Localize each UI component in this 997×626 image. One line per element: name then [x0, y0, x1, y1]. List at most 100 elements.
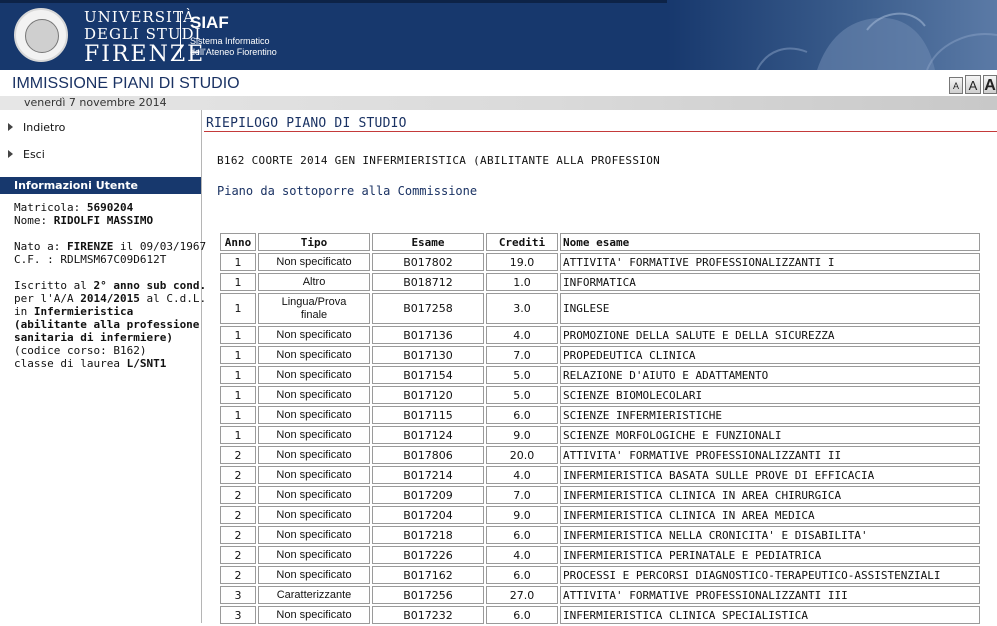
table-header-row: Anno Tipo Esame Crediti Nome esame — [220, 233, 980, 251]
enrollment-line-3: in Infermieristica — [14, 305, 133, 318]
cell-nome: RELAZIONE D'AIUTO E ADATTAMENTO — [560, 366, 980, 384]
table-row: 1 Altro B018712 1.0 INFORMATICA — [220, 273, 980, 291]
user-name: Nome: RIDOLFI MASSIMO — [14, 214, 153, 227]
table-row: 1 Lingua/Prova finale B017258 3.0 INGLESE — [220, 293, 980, 324]
table-row: 2 Non specificato B017226 4.0 INFERMIERISTIC… — [220, 546, 980, 564]
cell-crediti: 6.0 — [486, 606, 558, 624]
nav-back-label: Indietro — [23, 121, 66, 134]
cell-tipo: Non specificato — [258, 606, 370, 624]
cell-anno: 1 — [220, 426, 256, 444]
user-cf: C.F. : RDLMSM67C09D612T — [14, 253, 167, 266]
cell-esame: B017162 — [372, 566, 484, 584]
cell-nome: INFERMIERISTICA PERINATALE E PEDIATRICA — [560, 546, 980, 564]
enrollment-line-1: Iscritto al 2° anno sub cond. — [14, 279, 206, 292]
cell-esame: B017154 — [372, 366, 484, 384]
cell-esame: B017226 — [372, 546, 484, 564]
enroll-year: 2° anno — [93, 279, 140, 292]
table-row: 1 Non specificato B017124 9.0 SCIENZE MORFOL… — [220, 426, 980, 444]
cell-tipo: Non specificato — [258, 366, 370, 384]
cell-esame: B018712 — [372, 273, 484, 291]
cell-nome: INFERMIERISTICA CLINICA IN AREA CHIRURGI… — [560, 486, 980, 504]
cell-crediti: 19.0 — [486, 253, 558, 271]
cell-nome: INFORMATICA — [560, 273, 980, 291]
cell-anno: 1 — [220, 326, 256, 344]
cell-anno: 2 — [220, 446, 256, 464]
table-row: 1 Non specificato B017120 5.0 SCIENZE BIOMOL… — [220, 386, 980, 404]
cell-esame: B017204 — [372, 506, 484, 524]
cell-esame: B017124 — [372, 426, 484, 444]
font-size-controls: A A A — [949, 75, 997, 94]
cell-esame: B017209 — [372, 486, 484, 504]
exams-table: Anno Tipo Esame Crediti Nome esame 1 Non … — [218, 231, 982, 626]
cell-esame: B017806 — [372, 446, 484, 464]
course-name-2: (abilitante alla professione — [14, 318, 200, 331]
font-small-button[interactable]: A — [949, 77, 963, 94]
cell-tipo: Non specificato — [258, 326, 370, 344]
course-name-1: Infermieristica — [33, 305, 134, 318]
cell-crediti: 7.0 — [486, 486, 558, 504]
cell-esame: B017802 — [372, 253, 484, 271]
cell-anno: 3 — [220, 586, 256, 604]
matricola-value: 5690204 — [86, 201, 134, 214]
main-content: RIEPILOGO PIANO DI STUDIO B162 COORTE 20… — [202, 110, 997, 626]
cell-tipo: Non specificato — [258, 426, 370, 444]
cell-anno: 1 — [220, 293, 256, 324]
site-header: UNIVERSITÀ DEGLI STUDI FIRENZE SIAF Sist… — [0, 0, 997, 70]
table-row: 3 Caratterizzante B017256 27.0 ATTIVITA' FOR… — [220, 586, 980, 604]
course-line: B162 COORTE 2014 GEN INFERMIERISTICA (AB… — [217, 154, 661, 167]
section-title: RIEPILOGO PIANO DI STUDIO — [206, 116, 407, 131]
cell-tipo: Non specificato — [258, 386, 370, 404]
cell-anno: 1 — [220, 366, 256, 384]
cell-nome: ATTIVITA' FORMATIVE PROFESSIONALIZZANTI … — [560, 586, 980, 604]
cell-esame: B017136 — [372, 326, 484, 344]
cell-nome: INFERMIERISTICA NELLA CRONICITA' E DISAB… — [560, 526, 980, 544]
siaf-subtitle-2: dell'Ateneo Fiorentino — [190, 47, 277, 57]
cell-anno: 1 — [220, 273, 256, 291]
enrollment-line-5: sanitaria di infermiere) — [14, 331, 173, 344]
current-date: venerdì 7 novembre 2014 — [24, 96, 167, 109]
exams-table-body: 1 Non specificato B017802 19.0 ATTIVITA' FOR… — [220, 253, 980, 624]
cell-crediti: 6.0 — [486, 566, 558, 584]
section-underline — [204, 131, 997, 132]
cell-anno: 1 — [220, 253, 256, 271]
enroll-cdl-label: al C.d.L. — [146, 292, 207, 305]
enrollment-line-4: (abilitante alla professione — [14, 318, 199, 331]
table-row: 1 Non specificato B017130 7.0 PROPEDEUTICA C… — [220, 346, 980, 364]
cell-crediti: 7.0 — [486, 346, 558, 364]
table-row: 1 Non specificato B017115 6.0 SCIENZE INFERM… — [220, 406, 980, 424]
nav-back-link[interactable]: Indietro — [8, 121, 65, 134]
cell-anno: 1 — [220, 406, 256, 424]
cell-anno: 2 — [220, 566, 256, 584]
cell-tipo: Caratterizzante — [258, 586, 370, 604]
arrow-right-icon — [8, 123, 13, 131]
cell-esame: B017232 — [372, 606, 484, 624]
cell-crediti: 9.0 — [486, 426, 558, 444]
col-header-crediti: Crediti — [486, 233, 558, 251]
cell-esame: B017258 — [372, 293, 484, 324]
cell-nome: ATTIVITA' FORMATIVE PROFESSIONALIZZANTI … — [560, 253, 980, 271]
font-large-button[interactable]: A — [983, 75, 997, 94]
table-row: 2 Non specificato B017214 4.0 INFERMIERISTIC… — [220, 466, 980, 484]
cell-anno: 2 — [220, 526, 256, 544]
cell-crediti: 4.0 — [486, 466, 558, 484]
cell-tipo: Non specificato — [258, 253, 370, 271]
cell-crediti: 27.0 — [486, 586, 558, 604]
table-row: 2 Non specificato B017204 9.0 INFERMIERISTIC… — [220, 506, 980, 524]
nav-exit-link[interactable]: Esci — [8, 148, 45, 161]
name-label: Nome: — [14, 214, 48, 227]
cell-nome: PROPEDEUTICA CLINICA — [560, 346, 980, 364]
col-header-nome: Nome esame — [560, 233, 980, 251]
cell-esame: B017214 — [372, 466, 484, 484]
siaf-subtitle-1: Sistema Informatico — [190, 36, 270, 46]
col-header-esame: Esame — [372, 233, 484, 251]
font-medium-button[interactable]: A — [965, 75, 981, 94]
cell-anno: 2 — [220, 506, 256, 524]
table-row: 1 Non specificato B017136 4.0 PROMOZIONE DEL… — [220, 326, 980, 344]
cell-crediti: 6.0 — [486, 526, 558, 544]
table-row: 2 Non specificato B017162 6.0 PROCESSI E PER… — [220, 566, 980, 584]
name-value: RIDOLFI MASSIMO — [53, 214, 154, 227]
enrollment-line-2: per l'A/A 2014/2015 al C.d.L. — [14, 292, 206, 305]
enroll-prefix: Iscritto al — [14, 279, 87, 292]
university-wordmark: UNIVERSITÀ DEGLI STUDI FIRENZE — [84, 10, 205, 66]
cell-anno: 2 — [220, 486, 256, 504]
